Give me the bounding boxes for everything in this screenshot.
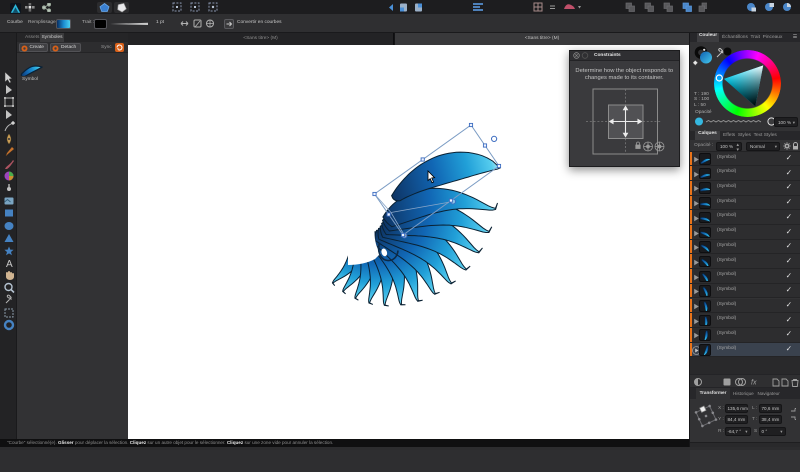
svg-text:A: A <box>6 259 13 269</box>
svg-text:fx: fx <box>751 380 757 387</box>
